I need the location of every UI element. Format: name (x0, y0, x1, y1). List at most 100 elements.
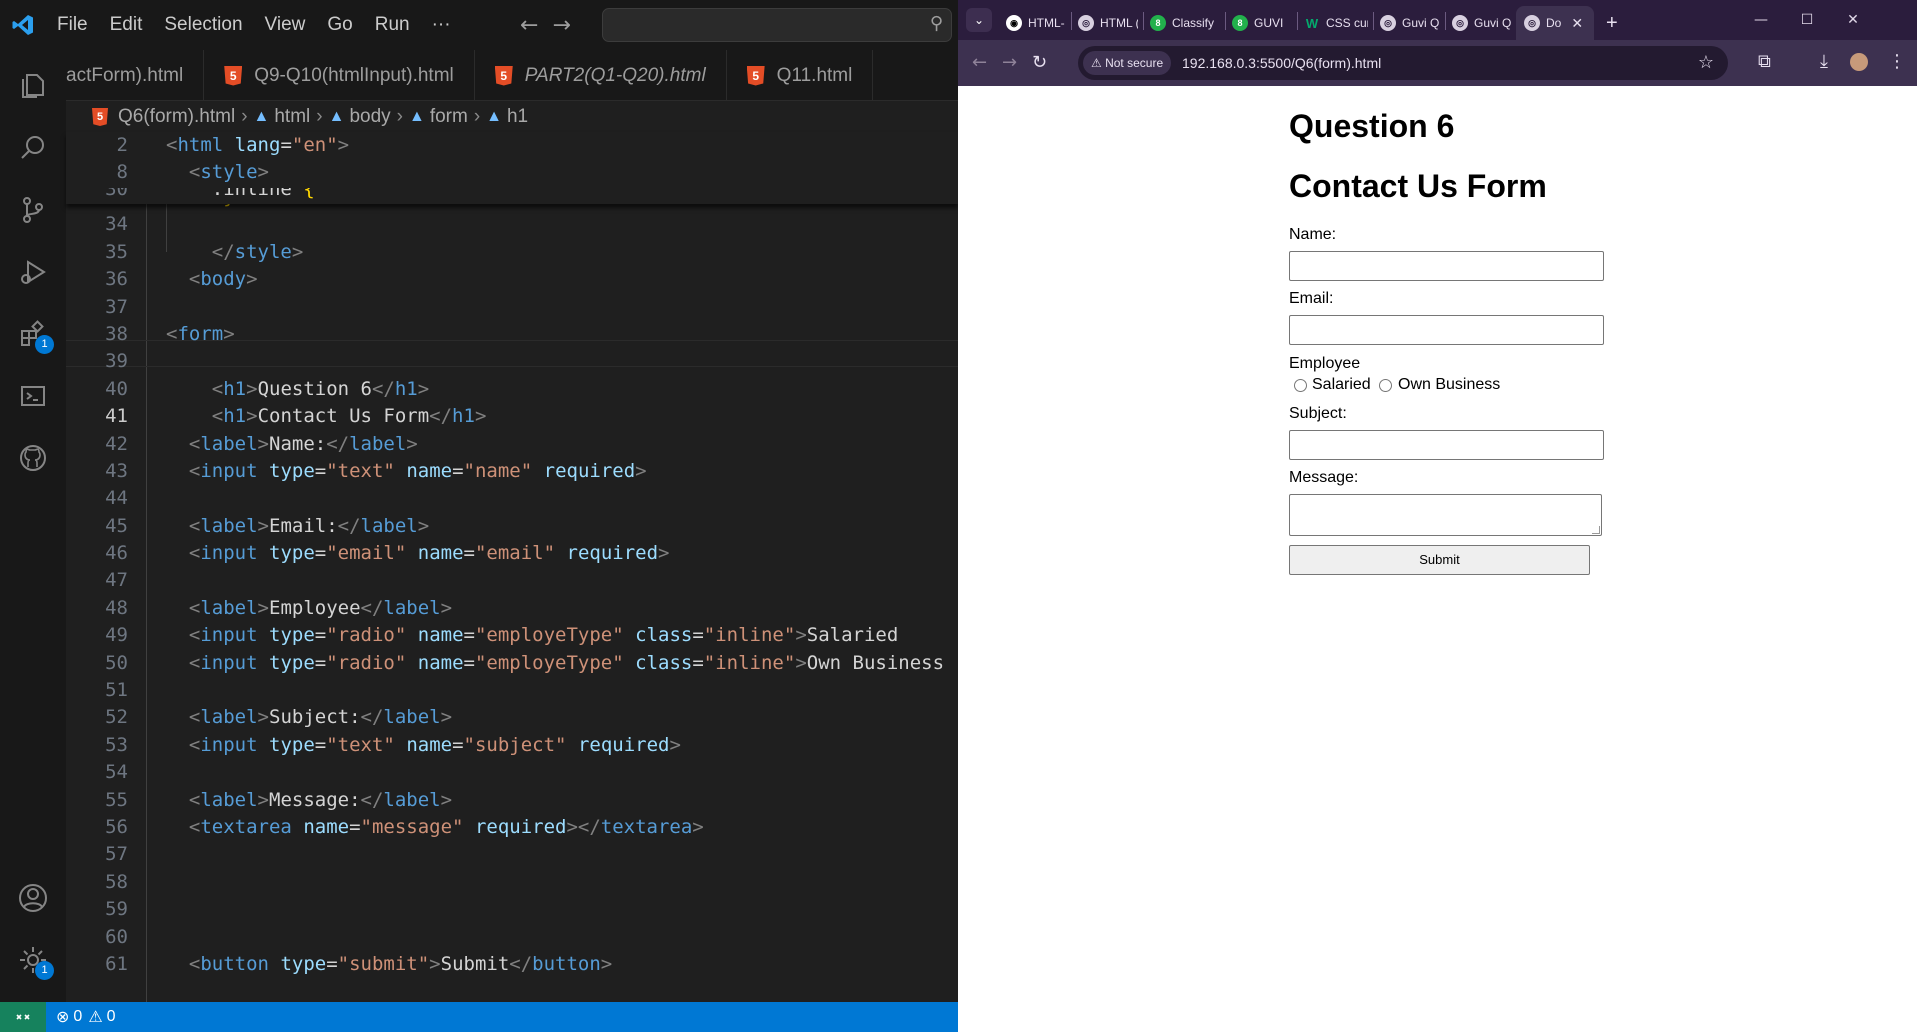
account-icon[interactable] (0, 870, 66, 926)
reload-icon[interactable]: ↻ (1032, 52, 1047, 73)
profile-avatar[interactable] (1850, 53, 1868, 71)
browser-tab[interactable]: ◎ Guvi Q (1452, 6, 1512, 40)
tab-q11[interactable]: 5 Q11.html (727, 50, 874, 100)
download-icon[interactable]: ⤓ (1820, 51, 1828, 72)
breadcrumb-form[interactable]: form (430, 106, 468, 128)
settings-badge: 1 (35, 961, 54, 980)
extensions-icon[interactable]: 1 (0, 306, 66, 362)
minimize-icon[interactable]: — (1739, 0, 1783, 40)
code-line: 36 <body> (105, 268, 258, 291)
settings-gear-icon[interactable]: 1 (0, 932, 66, 988)
bookmark-star-icon[interactable]: ☆ (1698, 52, 1714, 73)
page-heading-form-title: Contact Us Form (1289, 168, 1547, 204)
browser-tab[interactable]: ◉ HTML- (1006, 6, 1066, 40)
menu-go[interactable]: Go (316, 0, 363, 50)
html5-icon: 5 (92, 108, 108, 126)
message-label: Message: (1289, 469, 1359, 486)
browser-tab-label: Classify (1172, 16, 1215, 30)
warning-icon[interactable]: ⚠ (88, 1007, 102, 1027)
browser-tab-label: CSS cur (1326, 16, 1368, 30)
menu-selection[interactable]: Selection (153, 0, 253, 50)
browser-tab[interactable]: ◎ HTML ( (1078, 6, 1138, 40)
code-line: 58 (105, 870, 128, 893)
code-line: 8 <style> (116, 161, 269, 184)
html5-icon: 5 (494, 65, 513, 86)
globe-icon: ◎ (1380, 15, 1396, 31)
breadcrumb-body[interactable]: body (349, 106, 390, 128)
back-arrow-icon[interactable]: ← (520, 13, 538, 38)
radio-salaried[interactable] (1294, 379, 1307, 392)
maximize-icon[interactable]: ☐ (1785, 0, 1829, 40)
tab-contact-form[interactable]: actForm).html (66, 50, 205, 100)
tab-search-chevron-icon[interactable]: ⌄ (966, 8, 992, 32)
email-input[interactable] (1289, 315, 1604, 345)
code-line-partial: 30 .inline { (105, 188, 315, 200)
code-editor[interactable]: 33 } 34 35 </style> 36 <body> 37 38<form… (66, 204, 958, 1002)
radio-salaried-label: Salaried (1312, 376, 1371, 393)
element-cube-icon: ▲ (328, 108, 345, 125)
not-secure-chip[interactable]: ⚠ Not secure (1083, 51, 1172, 75)
resize-handle-icon[interactable] (1592, 526, 1600, 534)
run-debug-icon[interactable] (0, 244, 66, 300)
code-line: 37 (105, 295, 128, 318)
code-line: 42 <label>Name:</label> (105, 432, 418, 455)
warning-count[interactable]: 0 (107, 1008, 116, 1026)
code-line: 34 (105, 213, 128, 236)
code-line: 56 <textarea name="message" required></t… (105, 815, 704, 838)
extensions-puzzle-icon[interactable]: ⧉ (1758, 51, 1771, 72)
url-text[interactable]: 192.168.0.3:5500/Q6(form).html (1182, 46, 1381, 80)
error-icon[interactable]: ⊗ (56, 1007, 69, 1027)
browser-tab[interactable]: ◎ Guvi Q (1380, 6, 1440, 40)
radio-own-business[interactable] (1379, 379, 1392, 392)
address-bar[interactable]: ⚠ Not secure 192.168.0.3:5500/Q6(form).h… (1078, 46, 1728, 80)
breadcrumb-h1[interactable]: h1 (507, 106, 528, 128)
menu-edit[interactable]: Edit (99, 0, 154, 50)
source-control-icon[interactable] (0, 182, 66, 238)
browser-tab[interactable]: W CSS cur (1304, 6, 1368, 40)
forward-icon[interactable]: → (1002, 52, 1017, 73)
message-textarea[interactable] (1289, 494, 1602, 536)
menu-more[interactable]: ··· (421, 0, 462, 50)
breadcrumb-file[interactable]: Q6(form).html (118, 106, 235, 128)
browser-tab[interactable]: 8 Classify (1150, 6, 1220, 40)
subject-input[interactable] (1289, 430, 1604, 460)
close-window-icon[interactable]: ✕ (1831, 0, 1875, 40)
code-line: 33 } (66, 204, 958, 211)
sticky-scroll: 2 <html lang="en"> 8 <style> 30 .inline { (66, 132, 958, 204)
command-center-search[interactable]: ⚲ (602, 8, 952, 42)
new-tab-plus-icon[interactable]: + (1606, 6, 1632, 40)
vscode-titlebar: File Edit Selection View Go Run ··· ← → … (0, 0, 958, 50)
back-icon[interactable]: ← (972, 52, 987, 73)
guvi-icon: 8 (1150, 15, 1166, 31)
menu-view[interactable]: View (254, 0, 317, 50)
email-label: Email: (1289, 290, 1334, 307)
breadcrumb-html[interactable]: html (274, 106, 310, 128)
html5-icon: 5 (224, 65, 243, 86)
tab-q9-q10[interactable]: 5 Q9-Q10(htmlInput).html (204, 50, 475, 100)
code-line: 2 <html lang="en"> (116, 134, 350, 156)
submit-button[interactable]: Submit (1289, 545, 1590, 575)
code-line: 57 (105, 843, 128, 866)
explorer-icon[interactable] (0, 58, 66, 114)
remote-indicator-icon[interactable] (0, 1002, 46, 1032)
code-line: 46 <input type="email" name="email" requ… (105, 542, 670, 565)
close-tab-icon[interactable]: ✕ (1571, 15, 1583, 32)
tab-label: Q11.html (776, 64, 853, 86)
browser-tab-active[interactable]: ◎ Do ✕ (1516, 6, 1594, 40)
remote-explorer-icon[interactable] (0, 368, 66, 424)
html5-icon: 5 (746, 65, 765, 86)
breadcrumb: 5 Q6(form).html › ▲ html › ▲ body › ▲ fo… (66, 102, 958, 132)
name-input[interactable] (1289, 251, 1604, 281)
github-icon[interactable] (0, 430, 66, 486)
menu-file[interactable]: File (46, 0, 99, 50)
search-sidebar-icon[interactable] (0, 120, 66, 176)
subject-label: Subject: (1289, 405, 1347, 422)
kebab-menu-icon[interactable]: ⋮ (1888, 51, 1906, 72)
tab-part2[interactable]: 5 PART2(Q1-Q20).html (475, 50, 727, 100)
browser-tab[interactable]: 8 GUVI (1232, 6, 1292, 40)
menu-run[interactable]: Run (364, 0, 421, 50)
error-count[interactable]: 0 (73, 1008, 82, 1026)
forward-arrow-icon[interactable]: → (552, 13, 570, 38)
guvi-icon: 8 (1232, 15, 1248, 31)
code-line: 49 <input type="radio" name="employeType… (105, 624, 899, 647)
